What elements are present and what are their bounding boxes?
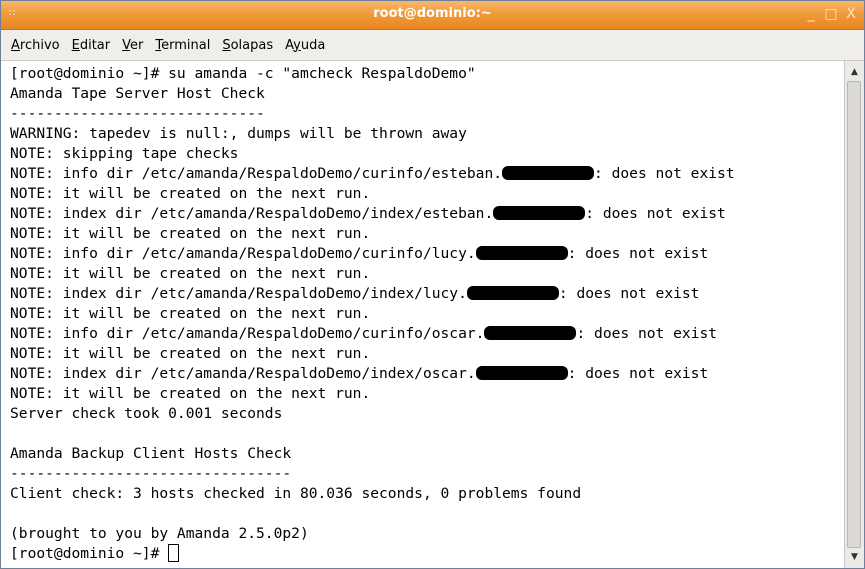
redaction-mark [475, 246, 568, 260]
menu-item-label: A [285, 37, 294, 53]
menu-item-label: olapas [230, 37, 274, 53]
window-controls: _ □ X [804, 5, 858, 23]
terminal-line: Amanda Tape Server Host Check [10, 85, 265, 102]
terminal-line: (brought to you by Amanda 2.5.0p2) [10, 525, 309, 542]
terminal-text: [root@dominio ~]# su amanda -c "amcheck … [10, 64, 735, 564]
terminal-line-text: : does not exist [567, 365, 709, 382]
menu-item-label: ditar [79, 37, 111, 53]
terminal-line: NOTE: it will be created on the next run… [10, 265, 371, 282]
terminal-line: Server check took 0.001 seconds [10, 405, 283, 422]
redaction-mark [484, 326, 577, 340]
menu-item-label: er [130, 37, 144, 53]
terminal-line: -------------------------------- [10, 465, 292, 482]
terminal-line: WARNING: tapedev is null:, dumps will be… [10, 125, 467, 142]
menu-item[interactable]: Ayuda [285, 38, 325, 53]
terminal-line-text: NOTE: index dir /etc/amanda/RespaldoDemo… [10, 285, 467, 302]
text-cursor [168, 544, 180, 562]
terminal-line: NOTE: it will be created on the next run… [10, 305, 371, 322]
terminal-window: ∷ root@dominio:~ _ □ X Archivo Editar Ver T… [0, 0, 865, 569]
terminal-line: NOTE: info dir /etc/amanda/RespaldoDemo/… [10, 244, 735, 264]
redaction-mark [502, 166, 595, 180]
redaction-mark [475, 366, 568, 380]
terminal-output[interactable]: [root@dominio ~]# su amanda -c "amcheck … [2, 61, 845, 568]
terminal-line: NOTE: index dir /etc/amanda/RespaldoDemo… [10, 364, 735, 384]
scroll-up-icon[interactable]: ▲ [845, 63, 864, 81]
terminal-line-text: : does not exist [594, 165, 735, 182]
terminal-line: NOTE: index dir /etc/amanda/RespaldoDemo… [10, 284, 735, 304]
menu-item-label: erminal [161, 37, 211, 53]
menu-item[interactable]: Editar [72, 38, 111, 53]
terminal-line-text: NOTE: index dir /etc/amanda/RespaldoDemo… [10, 205, 494, 222]
terminal-line: [root@dominio ~]# su amanda -c "amcheck … [10, 65, 476, 82]
redaction-mark [466, 286, 559, 300]
menu-bar: Archivo Editar Ver Terminal Solapas Ayuda [1, 30, 864, 61]
menu-item-accelerator: S [222, 37, 231, 53]
maximize-icon[interactable]: □ [824, 5, 838, 23]
terminal-line: Amanda Backup Client Hosts Check [10, 445, 292, 462]
terminal-line-text: : does not exist [558, 285, 700, 302]
terminal-line: NOTE: skipping tape checks [10, 145, 239, 162]
minimize-icon[interactable]: _ [804, 5, 818, 23]
terminal-line-text: NOTE: info dir /etc/amanda/RespaldoDemo/… [10, 165, 503, 182]
vertical-scrollbar[interactable]: ▲ ▼ [844, 61, 864, 568]
menu-item-accelerator: A [11, 37, 20, 53]
terminal-line: NOTE: it will be created on the next run… [10, 385, 371, 402]
menu-item[interactable]: Archivo [11, 38, 60, 53]
title-bar[interactable]: ∷ root@dominio:~ _ □ X [1, 1, 864, 30]
menu-item-accelerator: V [122, 37, 131, 53]
terminal-prompt-line: [root@dominio ~]# [10, 544, 735, 564]
terminal-line-text: : does not exist [567, 245, 709, 262]
terminal-line-text: : does not exist [576, 325, 718, 342]
terminal-line-text: NOTE: info dir /etc/amanda/RespaldoDemo/… [10, 245, 476, 262]
scroll-down-icon[interactable]: ▼ [845, 548, 864, 566]
terminal-line-text: : does not exist [585, 205, 726, 222]
menu-item-label: rchivo [19, 37, 60, 53]
menu-item-label: uda [300, 37, 326, 53]
terminal-line-text: NOTE: info dir /etc/amanda/RespaldoDemo/… [10, 325, 485, 342]
terminal-line: NOTE: it will be created on the next run… [10, 345, 371, 362]
terminal-line: Client check: 3 hosts checked in 80.036 … [10, 485, 582, 502]
terminal-line: ----------------------------- [10, 105, 265, 122]
close-icon[interactable]: X [844, 5, 858, 23]
window-title: root@dominio:~ [373, 6, 492, 21]
scrollbar-thumb[interactable] [847, 81, 861, 548]
menu-item-accelerator: E [71, 37, 80, 53]
terminal-line: NOTE: it will be created on the next run… [10, 225, 371, 242]
redaction-mark [493, 206, 586, 220]
terminal-line: NOTE: index dir /etc/amanda/RespaldoDemo… [10, 204, 735, 224]
terminal-line: NOTE: it will be created on the next run… [10, 185, 371, 202]
menu-item[interactable]: Terminal [155, 38, 210, 53]
shell-prompt: [root@dominio ~]# [10, 545, 169, 562]
menu-item[interactable]: Ver [122, 38, 143, 53]
terminal-line-text: NOTE: index dir /etc/amanda/RespaldoDemo… [10, 365, 476, 382]
menu-item-accelerator: y [293, 37, 301, 53]
terminal-line: NOTE: info dir /etc/amanda/RespaldoDemo/… [10, 324, 735, 344]
terminal-line: NOTE: info dir /etc/amanda/RespaldoDemo/… [10, 164, 735, 184]
menu-item[interactable]: Solapas [222, 38, 273, 53]
